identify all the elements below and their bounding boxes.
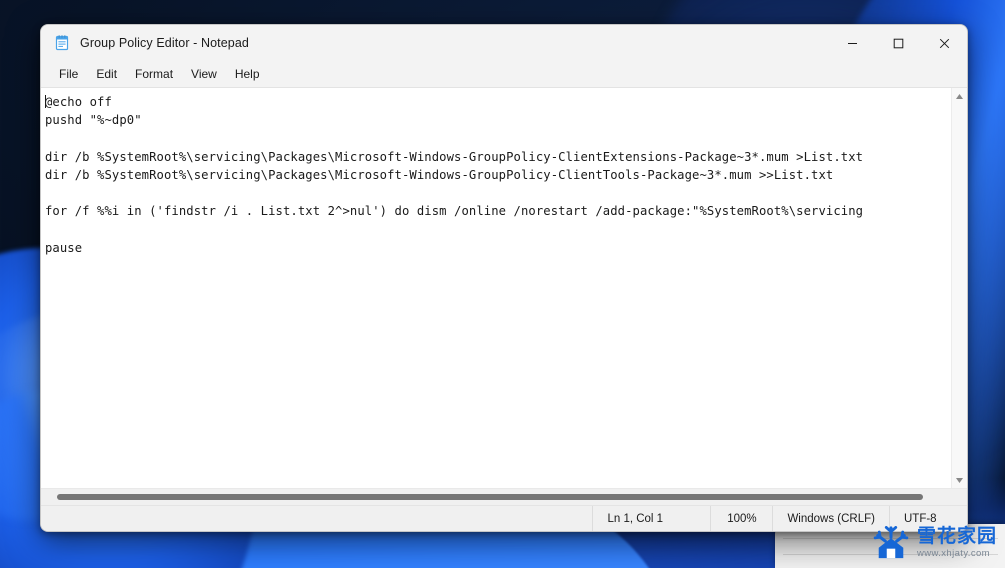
editor-line: dir /b %SystemRoot%\servicing\Packages\M… xyxy=(45,167,834,182)
text-caret xyxy=(45,95,46,108)
horizontal-scrollbar[interactable] xyxy=(41,488,967,505)
editor-line: for /f %%i in ('findstr /i . List.txt 2^… xyxy=(45,204,864,219)
close-button[interactable] xyxy=(921,25,967,61)
peek-divider-1 xyxy=(783,538,998,539)
vertical-scrollbar[interactable] xyxy=(951,88,967,488)
title-bar[interactable]: Group Policy Editor - Notepad xyxy=(41,25,967,61)
editor-text: @echo off pushd "%~dp0" dir /b %SystemRoo… xyxy=(45,93,951,257)
vertical-scrollbar-track[interactable] xyxy=(952,104,967,472)
maximize-icon xyxy=(893,38,903,48)
scroll-down-button[interactable] xyxy=(952,472,967,488)
editor-line: dir /b %SystemRoot%\servicing\Packages\M… xyxy=(45,149,864,164)
horizontal-scrollbar-thumb[interactable] xyxy=(57,494,923,500)
chevron-up-icon xyxy=(956,93,963,99)
editor-region: @echo off pushd "%~dp0" dir /b %SystemRoo… xyxy=(41,87,967,488)
window-controls xyxy=(829,25,967,61)
menu-item-help[interactable]: Help xyxy=(227,64,268,84)
status-bar: Ln 1, Col 1 100% Windows (CRLF) UTF-8 xyxy=(41,505,967,531)
menu-item-view[interactable]: View xyxy=(183,64,225,84)
notepad-window[interactable]: Group Policy Editor - Notepad File Edit … xyxy=(40,24,968,532)
text-editor[interactable]: @echo off pushd "%~dp0" dir /b %SystemRoo… xyxy=(41,88,951,488)
status-line-column[interactable]: Ln 1, Col 1 xyxy=(592,505,710,531)
minimize-button[interactable] xyxy=(829,25,875,61)
menu-item-file[interactable]: File xyxy=(51,64,86,84)
editor-line: pause xyxy=(45,240,83,255)
status-zoom[interactable]: 100% xyxy=(710,505,772,531)
minimize-icon xyxy=(847,42,857,44)
editor-line: pushd "%~dp0" xyxy=(45,113,142,128)
peek-divider-2 xyxy=(783,554,998,555)
status-line-ending[interactable]: Windows (CRLF) xyxy=(772,505,889,531)
editor-line: @echo off xyxy=(45,95,112,109)
notepad-icon xyxy=(54,35,70,51)
chevron-down-icon xyxy=(956,477,963,483)
status-encoding[interactable]: UTF-8 xyxy=(889,505,967,531)
menu-item-format[interactable]: Format xyxy=(127,64,181,84)
maximize-button[interactable] xyxy=(875,25,921,61)
close-icon xyxy=(939,38,949,48)
scroll-up-button[interactable] xyxy=(952,88,967,104)
window-title: Group Policy Editor - Notepad xyxy=(80,36,249,50)
desktop: Group Policy Editor - Notepad File Edit … xyxy=(0,0,1005,568)
menu-bar: File Edit Format View Help xyxy=(41,61,967,87)
menu-item-edit[interactable]: Edit xyxy=(88,64,125,84)
